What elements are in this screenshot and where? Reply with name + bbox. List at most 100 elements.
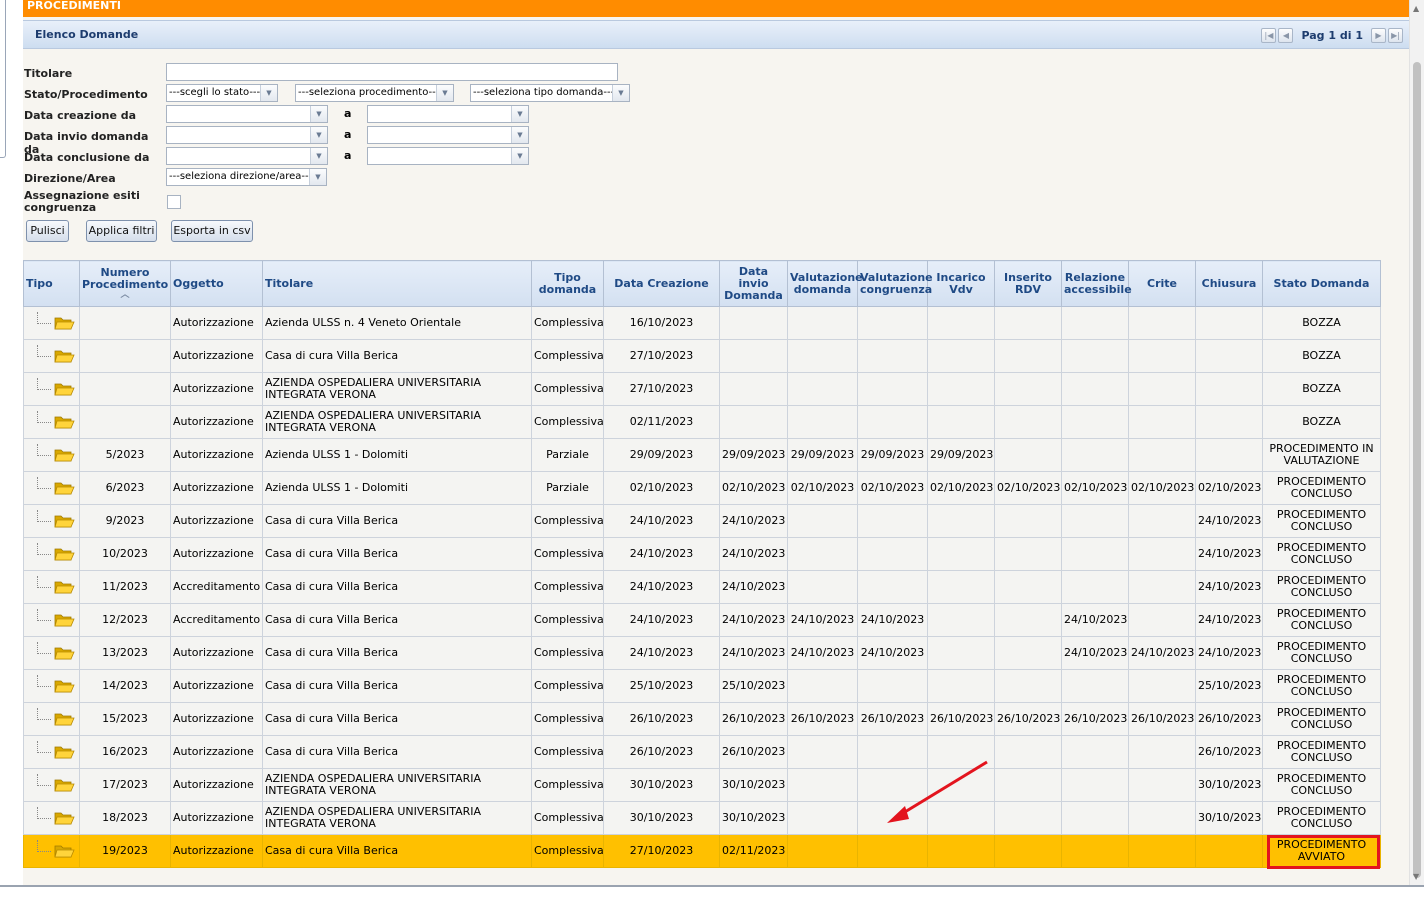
assegnazione-checkbox[interactable] xyxy=(167,195,181,209)
folder-open-icon[interactable] xyxy=(54,579,75,595)
cell-tipo[interactable] xyxy=(23,306,80,340)
cell-tipo[interactable] xyxy=(23,537,80,571)
folder-open-icon[interactable] xyxy=(54,414,75,430)
folder-open-icon[interactable] xyxy=(54,315,75,331)
table-row[interactable]: 17/2023 Autorizzazione AZIENDA OSPEDALIERA… xyxy=(23,768,1381,802)
cell-tipo[interactable] xyxy=(23,405,80,439)
cell-tipo[interactable] xyxy=(23,471,80,505)
col-header-data-invio[interactable]: Data invio Domanda xyxy=(719,260,788,307)
folder-open-icon[interactable] xyxy=(54,678,75,694)
tree-line xyxy=(37,609,51,621)
first-page-icon[interactable]: |◀ xyxy=(1261,27,1277,43)
cell-tipo[interactable] xyxy=(23,801,80,835)
cell-tipo[interactable] xyxy=(23,570,80,604)
titolare-input[interactable] xyxy=(166,63,618,81)
col-header-numero[interactable]: Numero Procedimento ︿ xyxy=(79,260,171,307)
folder-open-icon[interactable] xyxy=(54,447,75,463)
scrollbar-thumb[interactable] xyxy=(1413,62,1421,878)
col-header-data-creazione[interactable]: Data Creazione xyxy=(603,260,720,307)
table-row[interactable]: Autorizzazione Azienda ULSS n. 4 Veneto O… xyxy=(23,306,1381,340)
cell-tipo[interactable] xyxy=(23,438,80,472)
tipo-wrapper xyxy=(26,737,77,767)
tree-line xyxy=(37,741,51,753)
col-header-valutazione-domanda[interactable]: Valutazione domanda xyxy=(787,260,863,307)
cell-crite xyxy=(1128,570,1196,604)
cell-tipo[interactable] xyxy=(23,636,80,670)
table-row[interactable]: 13/2023 Autorizzazione Casa di cura Villa … xyxy=(23,636,1381,670)
prev-page-icon[interactable]: ◀ xyxy=(1278,27,1294,43)
table-row[interactable]: 9/2023 Autorizzazione Casa di cura Villa B… xyxy=(23,504,1381,538)
esporta-csv-button[interactable]: Esporta in csv xyxy=(171,220,253,242)
col-header-oggetto[interactable]: Oggetto xyxy=(170,260,263,307)
table-row[interactable]: Autorizzazione AZIENDA OSPEDALIERA UNIVER… xyxy=(23,405,1381,439)
scroll-down-icon[interactable]: ▼ xyxy=(1413,872,1419,881)
cell-tipo[interactable] xyxy=(23,339,80,373)
col-header-incarico-vdv[interactable]: Incarico Vdv xyxy=(927,260,995,307)
cell-data-creazione: 24/10/2023 xyxy=(603,603,720,637)
folder-open-icon[interactable] xyxy=(54,513,75,529)
table-row[interactable]: Autorizzazione Casa di cura Villa Berica C… xyxy=(23,339,1381,373)
cell-titolare: Casa di cura Villa Berica xyxy=(262,669,532,703)
data-invio-da-input[interactable]: ▼ xyxy=(166,126,328,144)
table-row[interactable]: Autorizzazione AZIENDA OSPEDALIERA UNIVER… xyxy=(23,372,1381,406)
last-page-icon[interactable]: ▶| xyxy=(1388,27,1403,43)
table-row[interactable]: 10/2023 Autorizzazione Casa di cura Villa … xyxy=(23,537,1381,571)
folder-open-icon[interactable] xyxy=(54,777,75,793)
pulisci-button[interactable]: Pulisci xyxy=(26,220,69,242)
col-header-titolare[interactable]: Titolare xyxy=(262,260,532,307)
data-invio-a-input[interactable]: ▼ xyxy=(367,126,529,144)
table-row[interactable]: 5/2023 Autorizzazione Azienda ULSS 1 - Dol… xyxy=(23,438,1381,472)
data-creazione-da-input[interactable]: ▼ xyxy=(166,105,328,123)
data-conclusione-a-input[interactable]: ▼ xyxy=(367,147,529,165)
cell-data-creazione: 02/11/2023 xyxy=(603,405,720,439)
table-row[interactable]: 19/2023 Autorizzazione Casa di cura Villa … xyxy=(23,834,1381,868)
cell-incarico-vdv xyxy=(927,603,995,637)
folder-open-icon[interactable] xyxy=(54,348,75,364)
stato-select[interactable]: ---scegli lo stato--- ▼ xyxy=(166,84,278,102)
procedimento-select[interactable]: ---seleziona procedimento--- ▼ xyxy=(295,84,454,102)
cell-tipo[interactable] xyxy=(23,603,80,637)
cell-tipo[interactable] xyxy=(23,669,80,703)
direzione-select[interactable]: ---seleziona direzione/area--- ▼ xyxy=(166,168,327,186)
folder-open-icon[interactable] xyxy=(54,381,75,397)
col-header-inserito-rdv[interactable]: Inserito RDV xyxy=(994,260,1062,307)
table-row[interactable]: 15/2023 Autorizzazione Casa di cura Villa … xyxy=(23,702,1381,736)
col-header-relazione-accessibile[interactable]: Relazione accessibile xyxy=(1061,260,1132,307)
col-header-tipo-domanda[interactable]: Tipo domanda xyxy=(531,260,604,307)
table-row[interactable]: 11/2023 Accreditamento Casa di cura Villa … xyxy=(23,570,1381,604)
table-row[interactable]: 16/2023 Autorizzazione Casa di cura Villa … xyxy=(23,735,1381,769)
folder-open-icon[interactable] xyxy=(54,546,75,562)
cell-tipo[interactable] xyxy=(23,735,80,769)
cell-titolare: Casa di cura Villa Berica xyxy=(262,339,532,373)
cell-inserito-rdv xyxy=(994,405,1062,439)
cell-tipo[interactable] xyxy=(23,702,80,736)
scroll-up-icon[interactable]: ▲ xyxy=(1413,4,1419,13)
cell-tipo[interactable] xyxy=(23,504,80,538)
col-header-crite[interactable]: Crite xyxy=(1128,260,1196,307)
cell-tipo[interactable] xyxy=(23,834,80,868)
folder-open-icon[interactable] xyxy=(54,711,75,727)
folder-open-icon[interactable] xyxy=(54,843,75,859)
folder-open-icon[interactable] xyxy=(54,645,75,661)
col-header-chiusura[interactable]: Chiusura xyxy=(1195,260,1263,307)
applica-filtri-button[interactable]: Applica filtri xyxy=(86,220,157,242)
table-row[interactable]: 14/2023 Autorizzazione Casa di cura Villa … xyxy=(23,669,1381,703)
table-row[interactable]: 12/2023 Accreditamento Casa di cura Villa … xyxy=(23,603,1381,637)
folder-open-icon[interactable] xyxy=(54,480,75,496)
folder-open-icon[interactable] xyxy=(54,612,75,628)
data-creazione-a-input[interactable]: ▼ xyxy=(367,105,529,123)
folder-open-icon[interactable] xyxy=(54,744,75,760)
col-header-tipo[interactable]: Tipo xyxy=(23,260,80,307)
col-header-stato-domanda[interactable]: Stato Domanda xyxy=(1262,260,1381,307)
table-row[interactable]: 18/2023 Autorizzazione AZIENDA OSPEDALIERA… xyxy=(23,801,1381,835)
table-row[interactable]: 6/2023 Autorizzazione Azienda ULSS 1 - Dol… xyxy=(23,471,1381,505)
col-header-valutazione-congruenza[interactable]: Valutazione congruenza xyxy=(857,260,933,307)
next-page-icon[interactable]: ▶ xyxy=(1371,27,1386,43)
cell-tipo[interactable] xyxy=(23,372,80,406)
tipo-domanda-select[interactable]: ---seleziona tipo domanda--- ▼ xyxy=(470,84,630,102)
vertical-scrollbar[interactable]: ▲ ▼ xyxy=(1409,0,1424,885)
data-conclusione-da-input[interactable]: ▼ xyxy=(166,147,328,165)
cell-tipo[interactable] xyxy=(23,768,80,802)
cell-valutazione-congruenza: 24/10/2023 xyxy=(857,636,928,670)
folder-open-icon[interactable] xyxy=(54,810,75,826)
